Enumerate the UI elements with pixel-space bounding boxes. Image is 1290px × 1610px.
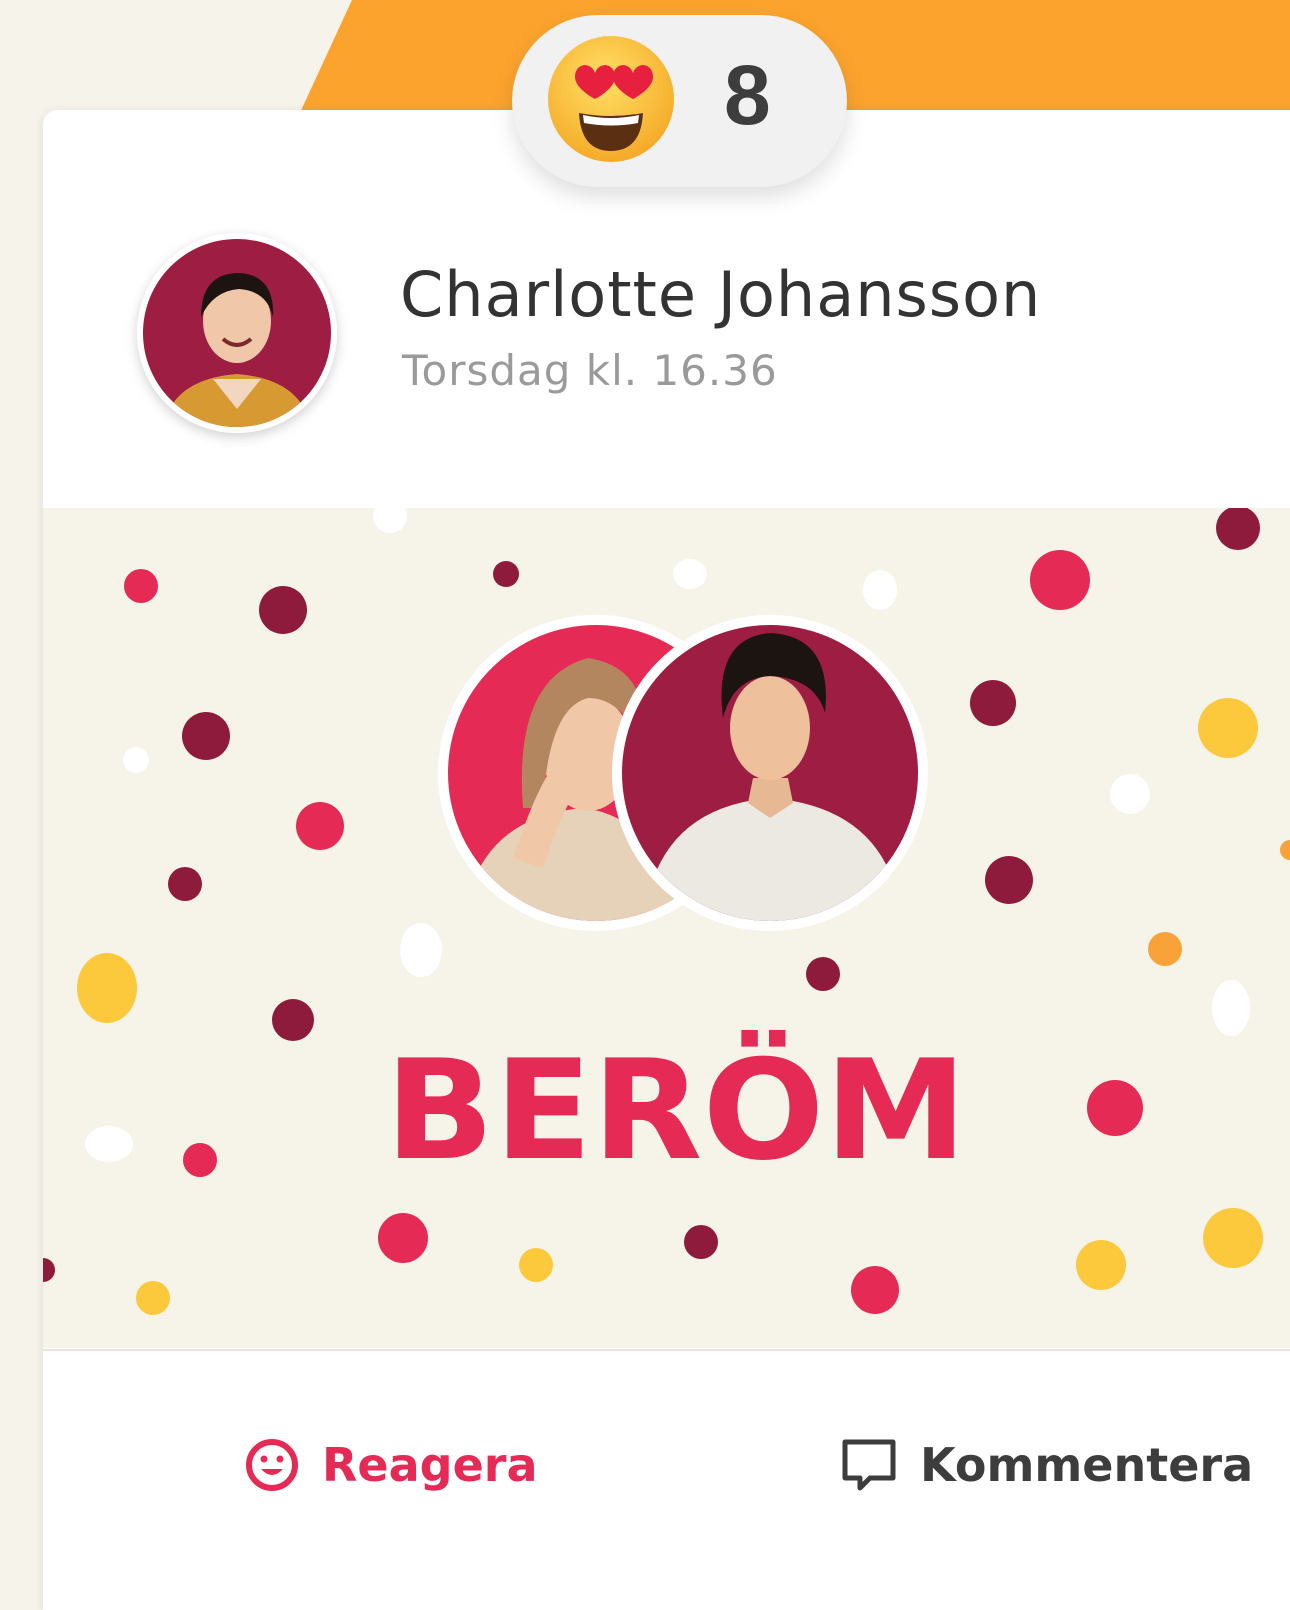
banner-title-graphic: BERÖM <box>385 1030 967 1191</box>
speech-bubble-icon <box>842 1439 896 1491</box>
praise-banner-image: BERÖM <box>43 508 1290 1348</box>
reaction-count: 8 <box>724 48 771 142</box>
reaction-summary[interactable]: 8 <box>512 15 847 187</box>
comment-button[interactable]: Kommentera <box>840 1430 1253 1500</box>
smiley-icon <box>246 1439 298 1491</box>
author-name[interactable]: Charlotte Johansson <box>400 258 1041 331</box>
react-button[interactable]: Reagera <box>244 1430 538 1500</box>
comment-label: Kommentera <box>920 1438 1254 1492</box>
post-timestamp: Torsdag kl. 16.36 <box>402 346 778 395</box>
actions-divider <box>43 1349 1290 1351</box>
react-label: Reagera <box>322 1438 538 1492</box>
author-avatar[interactable] <box>137 233 337 433</box>
heart-eyes-emoji-icon <box>548 36 674 162</box>
banner-title: BERÖM <box>385 1030 967 1191</box>
